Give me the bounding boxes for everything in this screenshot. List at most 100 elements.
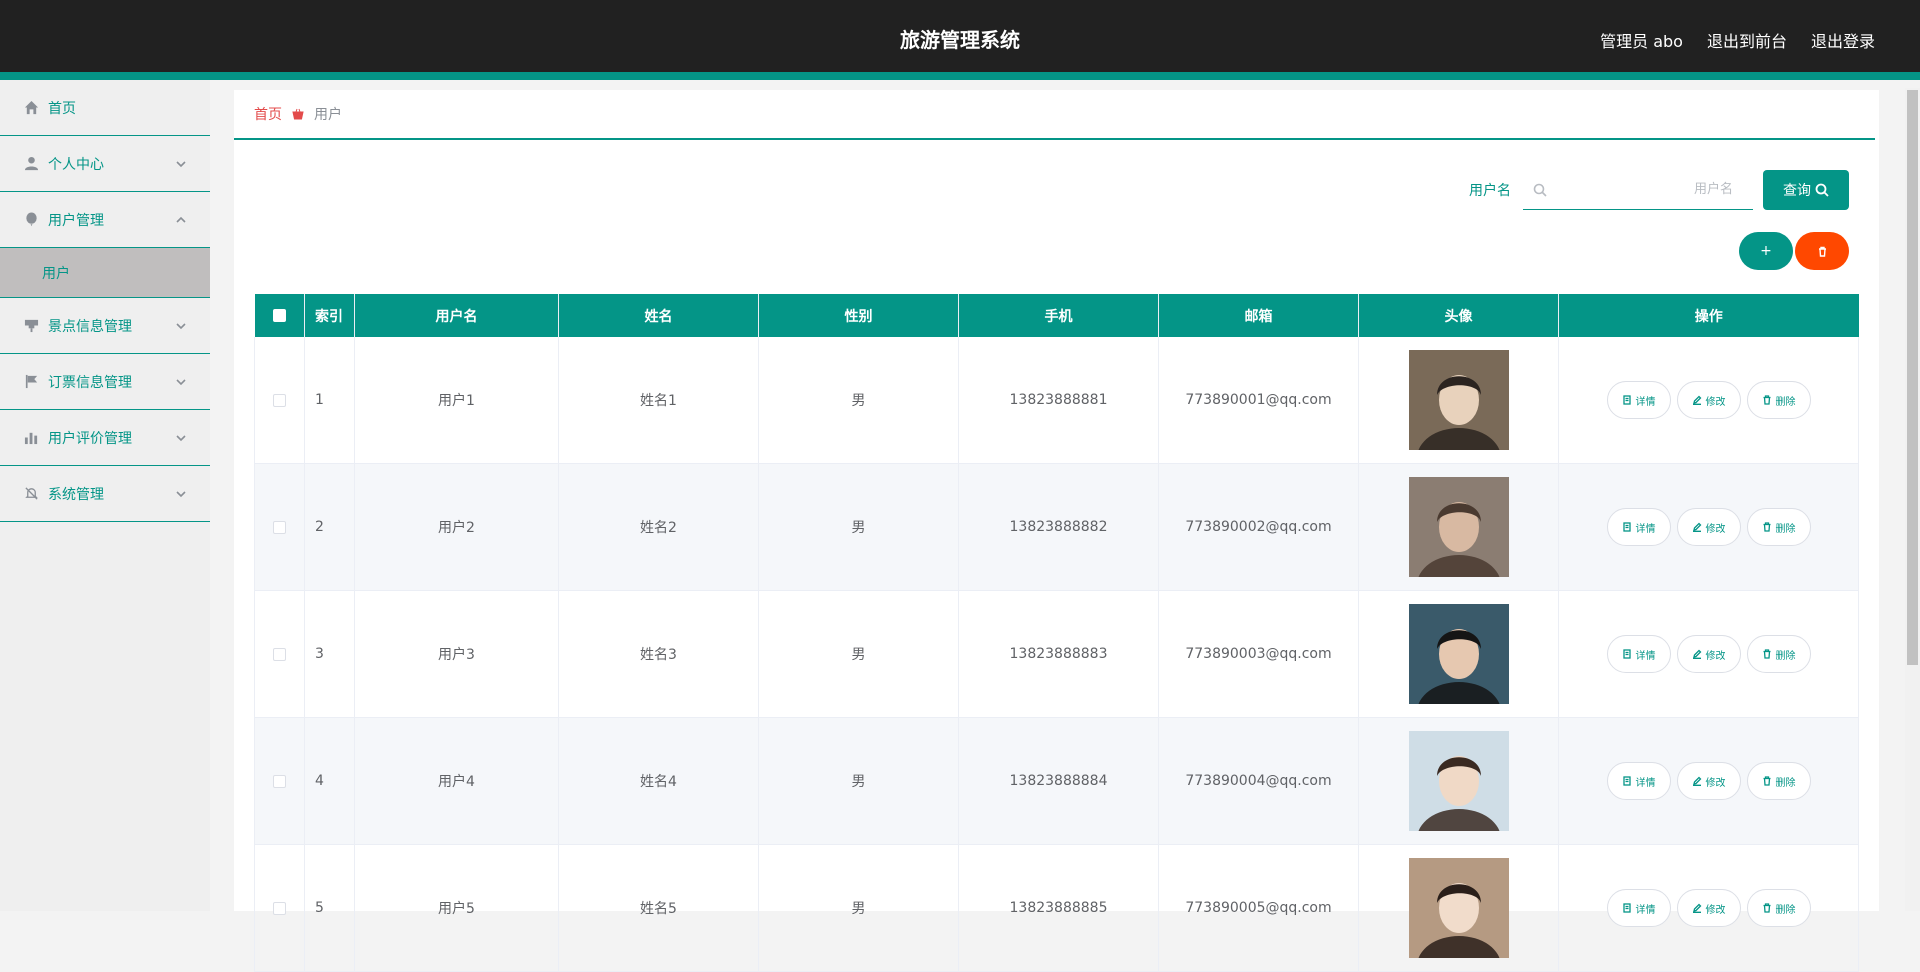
sidebar-item-reviews[interactable]: 用户评价管理: [0, 410, 210, 466]
query-button[interactable]: 查询: [1763, 170, 1849, 210]
avatar[interactable]: [1408, 350, 1509, 450]
delete-button[interactable]: 删除: [1746, 635, 1811, 673]
sidebar-item-label: 首页: [48, 100, 76, 117]
edit-label: 修改: [1705, 904, 1726, 916]
detail-button[interactable]: 详情: [1606, 889, 1671, 927]
row-checkbox[interactable]: [273, 647, 286, 661]
query-button-label: 查询: [1783, 183, 1811, 199]
sidebar-item-system[interactable]: 系统管理: [0, 466, 210, 522]
sidebar-item-attractions[interactable]: 景点信息管理: [0, 298, 210, 354]
row-email: 773890001@qq.com: [1158, 337, 1359, 464]
row-phone: 13823888884: [958, 717, 1159, 845]
sidebar-item-personal-center[interactable]: 个人中心: [0, 136, 210, 192]
home-icon: [22, 99, 40, 117]
table-row[interactable]: 3 用户3 姓名3 男 13823888883 773890003@qq.com 详情 修改 删…: [254, 590, 1859, 718]
row-checkbox[interactable]: [273, 901, 286, 915]
chevron-down-icon: [174, 431, 188, 445]
detail-label: 详情: [1635, 777, 1656, 789]
sidebar-item-home[interactable]: 首页: [0, 80, 210, 136]
edit-button[interactable]: 修改: [1676, 381, 1741, 419]
detail-label: 详情: [1635, 650, 1656, 662]
document-icon: [1622, 903, 1631, 913]
search-label: 用户名: [1469, 183, 1511, 199]
edit-button[interactable]: 修改: [1676, 889, 1741, 927]
sidebar-subitem-user[interactable]: 用户: [0, 248, 210, 298]
detail-button[interactable]: 详情: [1606, 762, 1671, 800]
column-header: 索引: [304, 294, 355, 337]
table-row[interactable]: 2 用户2 姓名2 男 13823888882 773890002@qq.com 详情 修改 删…: [254, 463, 1859, 591]
row-name: 姓名2: [558, 463, 759, 591]
search-input[interactable]: [1523, 170, 1753, 208]
pencil-icon: [1692, 395, 1701, 405]
batch-delete-button[interactable]: [1795, 232, 1849, 270]
delete-button[interactable]: 删除: [1746, 381, 1811, 419]
bell-off-icon: [22, 485, 40, 503]
chevron-down-icon: [174, 319, 188, 333]
admin-label: 管理员 abo: [1600, 32, 1683, 51]
edit-button[interactable]: 修改: [1676, 508, 1741, 546]
row-select-cell: [254, 590, 305, 718]
table-header: 索引 用户名 姓名 性别 手机 邮箱 头像 操作: [254, 294, 1859, 337]
delete-label: 删除: [1775, 904, 1796, 916]
sidebar-item-tickets[interactable]: 订票信息管理: [0, 354, 210, 410]
add-button[interactable]: +: [1739, 232, 1793, 270]
detail-button[interactable]: 详情: [1606, 381, 1671, 419]
row-gender: 男: [758, 844, 959, 972]
document-icon: [1622, 395, 1631, 405]
document-icon: [1622, 649, 1631, 659]
row-phone: 13823888885: [958, 844, 1159, 972]
go-frontend-link[interactable]: 退出到前台: [1707, 28, 1787, 52]
row-gender: 男: [758, 463, 959, 591]
row-avatar-cell: [1358, 463, 1559, 591]
pencil-icon: [1692, 522, 1701, 532]
row-checkbox[interactable]: [273, 393, 286, 407]
delete-button[interactable]: 删除: [1746, 889, 1811, 927]
avatar[interactable]: [1408, 858, 1509, 958]
row-checkbox[interactable]: [273, 520, 286, 534]
chevron-down-icon: [174, 487, 188, 501]
user-table: 索引 用户名 姓名 性别 手机 邮箱 头像 操作 1 用户1 姓名1 男 1382388…: [254, 294, 1859, 972]
search-icon: [1533, 182, 1547, 197]
delete-button[interactable]: 删除: [1746, 762, 1811, 800]
pencil-icon: [1692, 649, 1701, 659]
delete-label: 删除: [1775, 650, 1796, 662]
row-operations: 详情 修改 删除: [1558, 717, 1859, 845]
scrollbar-thumb[interactable]: [1907, 90, 1918, 665]
sidebar-item-label: 用户管理: [48, 212, 104, 229]
row-avatar-cell: [1358, 337, 1559, 464]
edit-button[interactable]: 修改: [1676, 762, 1741, 800]
detail-button[interactable]: 详情: [1606, 508, 1671, 546]
avatar[interactable]: [1408, 604, 1509, 704]
sidebar: 首页 个人中心 用户管理 用户 景点信息管理 订票信息管理 用户评价管理 系统管…: [0, 80, 210, 911]
trash-icon: [1763, 903, 1770, 913]
document-icon: [1622, 522, 1631, 532]
chevron-down-icon: [174, 157, 188, 171]
table-row[interactable]: 1 用户1 姓名1 男 13823888881 773890001@qq.com 详情 修改 删…: [254, 337, 1859, 464]
breadcrumb-current: 用户: [314, 107, 342, 123]
delete-button[interactable]: 删除: [1746, 508, 1811, 546]
column-header: 邮箱: [1158, 294, 1359, 337]
detail-button[interactable]: 详情: [1606, 635, 1671, 673]
search-field: [1523, 170, 1753, 210]
edit-label: 修改: [1705, 650, 1726, 662]
column-header: 手机: [958, 294, 1159, 337]
avatar[interactable]: [1408, 477, 1509, 577]
edit-button[interactable]: 修改: [1676, 635, 1741, 673]
row-select-cell: [254, 463, 305, 591]
sidebar-item-user-management[interactable]: 用户管理: [0, 192, 210, 248]
row-operations: 详情 修改 删除: [1558, 463, 1859, 591]
select-all-checkbox[interactable]: [272, 309, 286, 322]
avatar[interactable]: [1408, 731, 1509, 831]
delete-label: 删除: [1775, 777, 1796, 789]
logout-link[interactable]: 退出登录: [1811, 28, 1875, 52]
row-index: 2: [304, 463, 355, 591]
table-row[interactable]: 4 用户4 姓名4 男 13823888884 773890004@qq.com 详情 修改 删…: [254, 717, 1859, 845]
breadcrumb-home[interactable]: 首页: [254, 104, 282, 124]
document-icon: [1622, 776, 1631, 786]
select-all-cell: [254, 294, 305, 337]
detail-label: 详情: [1635, 396, 1656, 408]
row-gender: 男: [758, 717, 959, 845]
column-header: 性别: [758, 294, 959, 337]
table-row[interactable]: 5 用户5 姓名5 男 13823888885 773890005@qq.com 详情 修改 删…: [254, 844, 1859, 972]
row-checkbox[interactable]: [273, 774, 286, 788]
